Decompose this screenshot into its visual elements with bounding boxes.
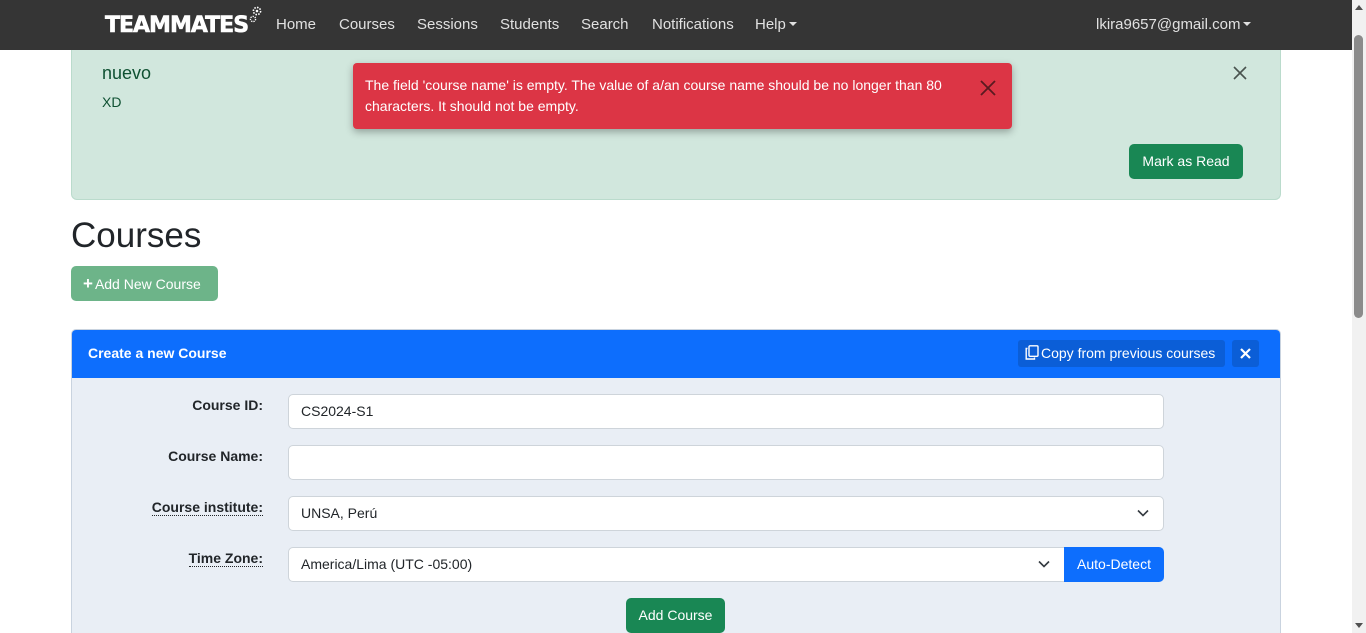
scroll-thumb[interactable] bbox=[1354, 35, 1363, 318]
card-header: Create a new Course Copy from previous c… bbox=[72, 330, 1280, 378]
add-new-course-label: Add New Course bbox=[94, 276, 201, 292]
course-id-input[interactable]: CS2024-S1 bbox=[288, 394, 1164, 429]
add-new-course-button[interactable]: + Add New Course bbox=[71, 266, 218, 301]
nav-help-dropdown[interactable]: Help bbox=[755, 0, 797, 50]
brand-logo[interactable]: TEAMMATES bbox=[105, 6, 263, 44]
nav-help-label: Help bbox=[755, 16, 786, 33]
notification-title: nuevo bbox=[102, 63, 152, 83]
create-course-card: Create a new Course Copy from previous c… bbox=[71, 329, 1281, 633]
page-scrollbar[interactable] bbox=[1352, 0, 1366, 633]
add-course-button[interactable]: Add Course bbox=[626, 598, 725, 633]
copy-icon bbox=[1025, 345, 1039, 360]
nav-home[interactable]: Home bbox=[276, 0, 316, 50]
auto-detect-button[interactable]: Auto-Detect bbox=[1064, 547, 1164, 582]
course-institute-label: Course institute: bbox=[151, 499, 263, 516]
caret-down-icon bbox=[1243, 22, 1252, 26]
mark-as-read-button[interactable]: Mark as Read bbox=[1129, 144, 1243, 179]
close-icon[interactable] bbox=[1232, 65, 1248, 81]
nav-sessions[interactable]: Sessions bbox=[417, 0, 478, 50]
course-institute-select[interactable]: UNSA, Perú bbox=[288, 496, 1164, 531]
chevron-down-icon bbox=[1137, 509, 1149, 517]
nav-search[interactable]: Search bbox=[581, 0, 629, 50]
time-zone-value: America/Lima (UTC -05:00) bbox=[301, 556, 473, 572]
course-institute-value: UNSA, Perú bbox=[301, 505, 378, 521]
card-title: Create a new Course bbox=[88, 345, 227, 361]
course-name-label: Course Name: bbox=[168, 448, 263, 464]
user-email: lkira9657@gmail.com bbox=[1096, 16, 1241, 33]
chevron-down-icon bbox=[1038, 560, 1050, 568]
user-account-dropdown[interactable]: lkira9657@gmail.com bbox=[1096, 0, 1252, 50]
time-zone-select[interactable]: America/Lima (UTC -05:00) bbox=[288, 547, 1065, 582]
gear-icon bbox=[249, 6, 262, 23]
copy-label: Copy from previous courses bbox=[1041, 345, 1216, 361]
time-zone-label: Time Zone: bbox=[188, 550, 263, 567]
close-card-button[interactable] bbox=[1232, 340, 1259, 367]
brand-text: TEAMMATES bbox=[105, 13, 250, 39]
top-navbar: TEAMMATES Home Courses Sessions Students… bbox=[0, 0, 1352, 50]
close-icon bbox=[1240, 348, 1251, 359]
nav-students[interactable]: Students bbox=[500, 0, 559, 50]
scroll-up-arrow-icon[interactable] bbox=[1355, 5, 1363, 10]
error-message: The field 'course name' is empty. The va… bbox=[365, 77, 942, 114]
caret-down-icon bbox=[788, 22, 797, 26]
plus-icon: + bbox=[83, 274, 93, 293]
error-toast: The field 'course name' is empty. The va… bbox=[353, 63, 1012, 129]
nav-notifications[interactable]: Notifications bbox=[652, 0, 734, 50]
page-title: Courses bbox=[71, 216, 202, 255]
close-icon[interactable] bbox=[979, 79, 997, 97]
copy-from-previous-courses-button[interactable]: Copy from previous courses bbox=[1018, 340, 1225, 367]
scroll-down-arrow-icon[interactable] bbox=[1355, 623, 1363, 628]
nav-courses[interactable]: Courses bbox=[339, 0, 395, 50]
course-id-label: Course ID: bbox=[192, 397, 263, 413]
course-name-input[interactable] bbox=[288, 445, 1164, 480]
notification-body: XD bbox=[102, 94, 122, 110]
